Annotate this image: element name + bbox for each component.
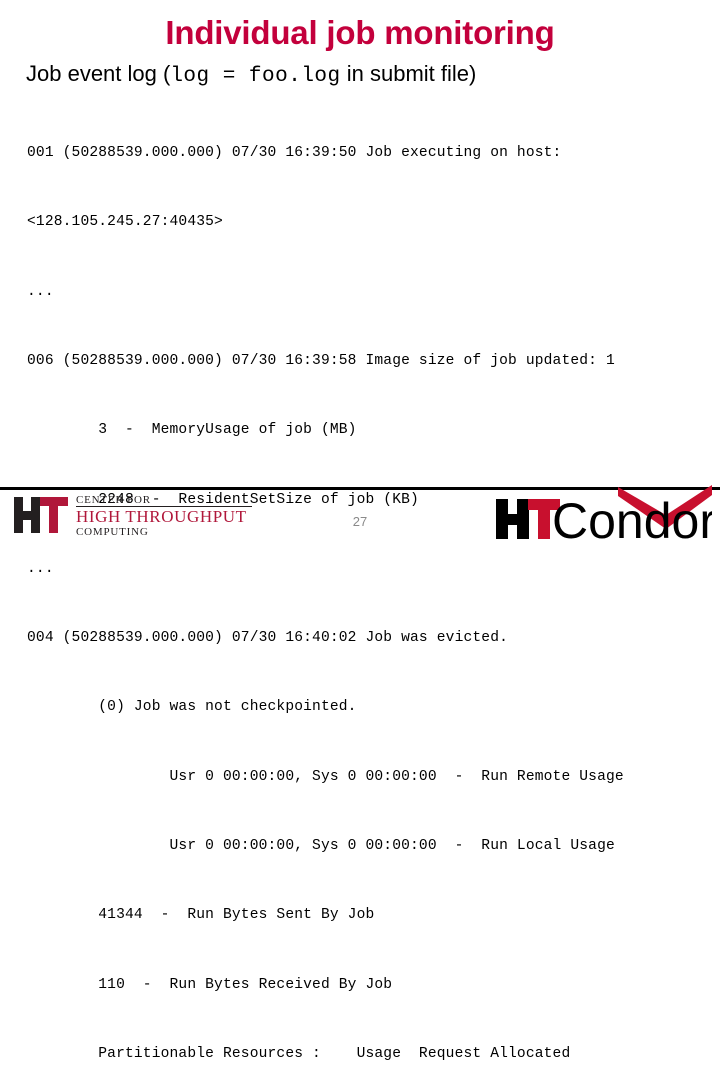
log-line: Usr 0 00:00:00, Sys 0 00:00:00 - Run Rem… xyxy=(27,768,624,785)
log-line: 004 (50288539.000.000) 07/30 16:40:02 Jo… xyxy=(27,630,509,647)
page-title: Individual job monitoring xyxy=(165,14,555,51)
log-line: 3 - MemoryUsage of job (MB) xyxy=(27,422,357,439)
log-line: 41344 - Run Bytes Sent By Job xyxy=(27,907,375,924)
log-line: 110 - Run Bytes Received By Job xyxy=(27,976,393,993)
log-line: <128.105.245.27:40435> xyxy=(27,214,223,231)
log-line: ... xyxy=(27,560,54,577)
subtitle-text-pre: Job event log ( xyxy=(26,61,171,86)
chtc-line-center-for: CENTER FOR xyxy=(76,494,252,507)
log-line: Partitionable Resources : Usage Request … xyxy=(27,1045,571,1062)
log-line: 006 (50288539.000.000) 07/30 16:39:58 Im… xyxy=(27,353,615,370)
log-line: 001 (50288539.000.000) 07/30 16:39:50 Jo… xyxy=(27,145,562,162)
slide-subtitle: Job event log (log = foo.log in submit f… xyxy=(26,60,716,90)
subtitle-text-post: in submit file) xyxy=(340,61,477,86)
subtitle-code-snippet: log = foo.log xyxy=(170,65,341,88)
htcondor-logo-mark: Condor xyxy=(496,485,712,540)
svg-text:Condor: Condor xyxy=(552,493,712,540)
log-line: ... xyxy=(27,283,54,300)
job-event-log: 001 (50288539.000.000) 07/30 16:39:50 Jo… xyxy=(27,96,715,1080)
log-line: Usr 0 00:00:00, Sys 0 00:00:00 - Run Loc… xyxy=(27,838,615,854)
htcondor-logo: Condor xyxy=(490,485,712,540)
log-line: (0) Job was not checkpointed. xyxy=(27,699,357,716)
